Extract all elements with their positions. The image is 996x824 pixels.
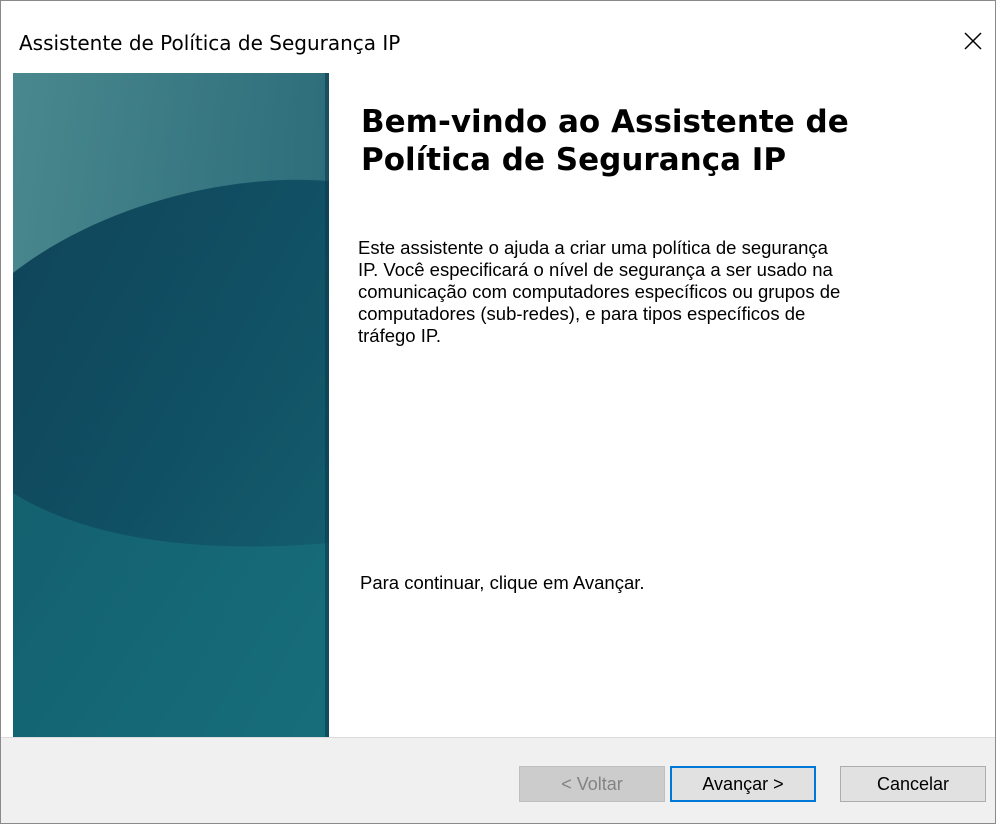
- continue-instruction: Para continuar, clique em Avançar.: [360, 572, 645, 593]
- close-button[interactable]: [955, 23, 991, 59]
- wizard-banner-image: [13, 73, 329, 737]
- back-button[interactable]: < Voltar: [519, 766, 665, 802]
- wizard-window: Assistente de Política de Segurança IP B…: [0, 0, 996, 824]
- welcome-heading: Bem-vindo ao Assistente de Política de S…: [361, 104, 849, 178]
- next-button[interactable]: Avançar >: [670, 766, 816, 802]
- title-bar: Assistente de Política de Segurança IP: [1, 1, 995, 73]
- cancel-button[interactable]: Cancelar: [840, 766, 986, 802]
- close-icon: [964, 32, 982, 50]
- wizard-description: Este assistente o ajuda a criar uma polí…: [358, 237, 841, 346]
- wizard-content: Bem-vindo ao Assistente de Política de S…: [1, 73, 995, 737]
- button-bar: < Voltar Avançar > Cancelar: [1, 737, 995, 823]
- window-title: Assistente de Política de Segurança IP: [19, 31, 401, 55]
